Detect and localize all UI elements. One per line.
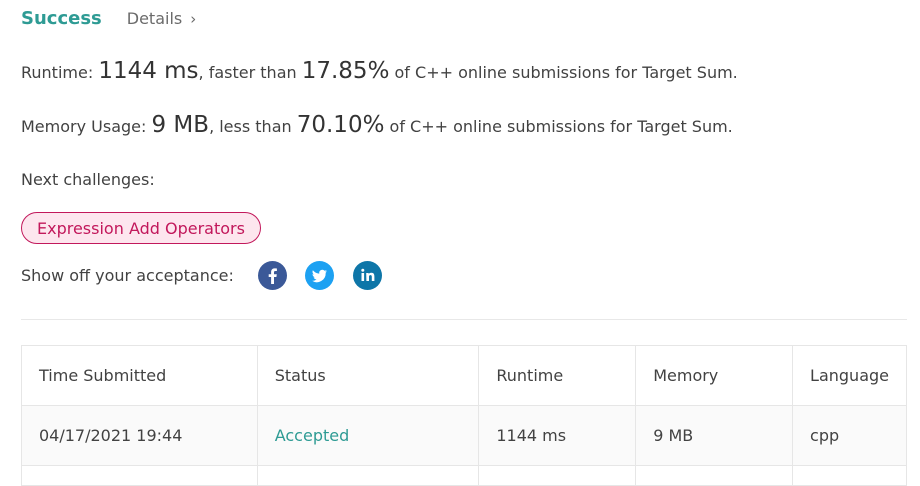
memory-less-text: , less than — [209, 117, 297, 136]
cell-language: cpp — [792, 405, 907, 466]
runtime-value: 1144 ms — [98, 58, 199, 84]
column-header-time-submitted[interactable]: Time Submitted — [21, 345, 258, 406]
empty-cell — [478, 465, 637, 486]
runtime-faster-text: , faster than — [198, 63, 302, 82]
details-link[interactable]: Details › — [127, 9, 196, 28]
memory-label: Memory Usage: — [21, 117, 152, 136]
divider — [21, 319, 907, 320]
table-row-partial — [21, 465, 907, 486]
share-label: Show off your acceptance: — [21, 266, 234, 285]
runtime-label: Runtime: — [21, 63, 99, 82]
memory-stat: Memory Usage: 9 MB, less than 70.10% of … — [21, 112, 733, 138]
cell-runtime: 1144 ms — [478, 405, 637, 466]
linkedin-icon[interactable] — [353, 261, 382, 290]
column-header-status[interactable]: Status — [256, 345, 480, 406]
memory-value: 9 MB — [151, 112, 210, 138]
chevron-right-icon: › — [190, 9, 197, 28]
empty-cell — [256, 465, 480, 486]
next-challenges-label: Next challenges: — [21, 170, 155, 189]
facebook-icon[interactable] — [258, 261, 287, 290]
cell-time-submitted: 04/17/2021 19:44 — [21, 405, 258, 466]
runtime-suffix: of C++ online submissions for Target Sum… — [389, 63, 738, 82]
empty-cell — [21, 465, 258, 486]
table-header-row: Time Submitted Status Runtime Memory Lan… — [21, 345, 907, 406]
submissions-table: Time Submitted Status Runtime Memory Lan… — [21, 345, 907, 486]
details-label: Details — [126, 9, 183, 28]
challenge-tag-expression-add-operators[interactable]: Expression Add Operators — [21, 212, 261, 244]
empty-cell — [635, 465, 794, 486]
empty-cell — [792, 465, 907, 486]
cell-status-accepted-link[interactable]: Accepted — [256, 405, 480, 466]
twitter-icon[interactable] — [305, 261, 334, 290]
runtime-stat: Runtime: 1144 ms, faster than 17.85% of … — [21, 58, 738, 84]
success-status: Success — [21, 8, 102, 29]
result-header: Success Details › — [21, 8, 196, 29]
table-row: 04/17/2021 19:44 Accepted 1144 ms 9 MB c… — [21, 405, 907, 466]
memory-suffix: of C++ online submissions for Target Sum… — [384, 117, 733, 136]
column-header-memory[interactable]: Memory — [635, 345, 794, 406]
column-header-language[interactable]: Language — [792, 345, 907, 406]
column-header-runtime[interactable]: Runtime — [478, 345, 637, 406]
cell-memory: 9 MB — [635, 405, 794, 466]
memory-percent: 70.10% — [296, 112, 385, 138]
runtime-percent: 17.85% — [301, 58, 390, 84]
